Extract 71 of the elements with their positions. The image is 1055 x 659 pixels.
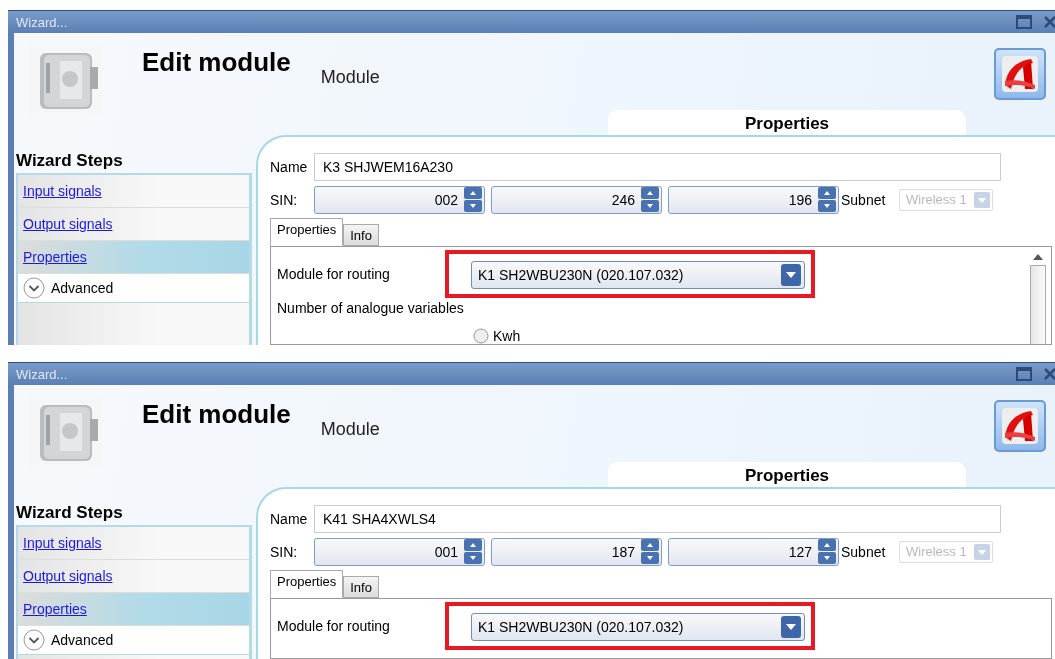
field-heading: Number of analogue variables xyxy=(277,300,465,316)
step-item[interactable]: Input signals xyxy=(18,175,249,208)
maximize-icon[interactable] xyxy=(1016,367,1032,381)
radio-icon[interactable] xyxy=(473,328,489,344)
expander-item[interactable]: Advanced xyxy=(18,626,249,655)
page-subtitle: Module xyxy=(320,67,380,88)
sin-spinner[interactable]: 196 xyxy=(668,185,839,214)
routing-dropdown[interactable]: K1 SH2WBU230N (020.107.032) xyxy=(471,613,805,641)
routing-label: Module for routing xyxy=(277,266,391,282)
tab[interactable]: Info xyxy=(343,224,379,246)
spin-up-icon[interactable] xyxy=(464,187,482,199)
close-icon[interactable] xyxy=(1044,15,1055,29)
window-title: Wizard... xyxy=(16,366,68,382)
spin-up-icon[interactable] xyxy=(641,187,659,199)
step-item[interactable]: Input signals xyxy=(18,527,249,560)
expander-label: Advanced xyxy=(51,632,114,648)
page-subtitle: Module xyxy=(320,419,380,440)
step-item[interactable]: Properties xyxy=(18,593,249,626)
window-title: Wizard... xyxy=(16,14,68,30)
spin-down-icon[interactable] xyxy=(818,552,836,564)
section-tab[interactable]: Properties xyxy=(608,462,966,487)
chevron-down-icon xyxy=(23,629,45,651)
spin-up-icon[interactable] xyxy=(464,539,482,551)
name-label: Name xyxy=(270,158,309,175)
sin-spinner[interactable]: 002 xyxy=(314,185,485,214)
step-link[interactable]: Properties xyxy=(23,249,87,265)
routing-dropdown[interactable]: K1 SH2WBU230N (020.107.032) xyxy=(471,261,805,289)
tab[interactable]: Properties xyxy=(270,218,344,246)
name-label: Name xyxy=(270,510,309,527)
wizard-steps-heading: Wizard Steps xyxy=(16,503,124,523)
step-link[interactable]: Input signals xyxy=(23,183,102,199)
spin-down-icon[interactable] xyxy=(464,200,482,212)
scroll-up-icon[interactable] xyxy=(1032,253,1044,261)
document-button[interactable] xyxy=(994,400,1046,452)
routing-label: Module for routing xyxy=(277,618,391,634)
radio-option[interactable]: Kwh xyxy=(473,328,1029,344)
sin-label: SIN: xyxy=(270,543,299,560)
name-field[interactable]: K41 SHA4XWLS4 xyxy=(314,504,1001,533)
tab[interactable]: Properties xyxy=(270,570,344,598)
sin-spinner[interactable]: 187 xyxy=(491,537,662,566)
spin-down-icon[interactable] xyxy=(818,200,836,212)
document-button[interactable] xyxy=(994,48,1046,100)
sin-spinner[interactable]: 001 xyxy=(314,537,485,566)
tab[interactable]: Info xyxy=(343,576,379,598)
step-link[interactable]: Output signals xyxy=(23,216,113,232)
maximize-icon[interactable] xyxy=(1016,15,1032,29)
subnet-label: Subnet xyxy=(841,543,887,560)
step-item[interactable]: Properties xyxy=(18,241,249,274)
step-link[interactable]: Properties xyxy=(23,601,87,617)
spin-down-icon[interactable] xyxy=(641,200,659,212)
scrollbar[interactable] xyxy=(1029,253,1047,344)
spin-down-icon[interactable] xyxy=(464,552,482,564)
step-link[interactable]: Input signals xyxy=(23,535,102,551)
subnet-label: Subnet xyxy=(841,191,887,208)
expander-item[interactable]: Advanced xyxy=(18,274,249,303)
sin-spinner[interactable]: 246 xyxy=(491,185,662,214)
step-link[interactable]: Output signals xyxy=(23,568,113,584)
sin-label: SIN: xyxy=(270,191,299,208)
wizard-steps-heading: Wizard Steps xyxy=(16,151,124,171)
close-icon[interactable] xyxy=(1044,367,1055,381)
chevron-down-icon xyxy=(23,277,45,299)
name-field[interactable]: K3 SHJWEM16A230 xyxy=(314,152,1001,181)
spin-up-icon[interactable] xyxy=(818,187,836,199)
page-title: Edit module xyxy=(142,399,291,430)
page-title: Edit module xyxy=(142,47,291,78)
section-tab[interactable]: Properties xyxy=(608,110,966,135)
spin-up-icon[interactable] xyxy=(818,539,836,551)
spin-up-icon[interactable] xyxy=(641,539,659,551)
expander-label: Advanced xyxy=(51,280,114,296)
sin-spinner[interactable]: 127 xyxy=(668,537,839,566)
spin-down-icon[interactable] xyxy=(641,552,659,564)
